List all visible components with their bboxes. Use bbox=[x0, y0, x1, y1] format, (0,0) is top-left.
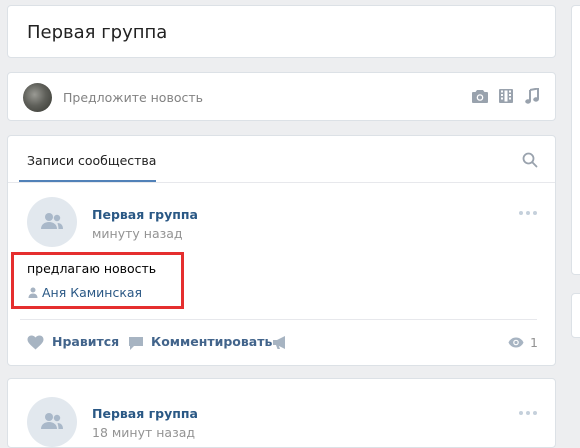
tab-community-posts[interactable]: Записи сообщества bbox=[27, 153, 156, 168]
post-timestamp[interactable]: минуту назад bbox=[92, 226, 183, 241]
group-avatar[interactable] bbox=[27, 197, 77, 247]
music-icon[interactable] bbox=[524, 88, 540, 105]
group-icon bbox=[41, 413, 63, 429]
post-author-link[interactable]: Первая группа bbox=[92, 207, 198, 222]
divider bbox=[8, 182, 555, 183]
more-icon[interactable] bbox=[518, 210, 538, 216]
suggest-news-input[interactable]: Предложите новость bbox=[63, 90, 203, 105]
group-avatar[interactable] bbox=[27, 397, 77, 447]
highlight-annotation bbox=[11, 252, 184, 309]
right-column-edge bbox=[571, 293, 580, 338]
group-header-card: Первая группа bbox=[7, 5, 556, 58]
search-icon[interactable] bbox=[522, 152, 538, 168]
post-author-link[interactable]: Первая группа bbox=[92, 406, 198, 421]
views-count: 1 bbox=[530, 335, 538, 350]
video-icon[interactable] bbox=[498, 88, 514, 104]
comment-button[interactable]: Комментировать bbox=[151, 334, 272, 349]
suggest-news-card[interactable]: Предложите новость bbox=[7, 72, 556, 121]
more-icon[interactable] bbox=[518, 410, 538, 416]
page-title: Первая группа bbox=[27, 22, 168, 43]
divider bbox=[20, 319, 537, 320]
community-posts-card: Записи сообщества Первая группа минуту н… bbox=[7, 135, 556, 366]
share-icon[interactable] bbox=[272, 335, 289, 350]
group-icon bbox=[41, 213, 63, 229]
right-column-edge bbox=[571, 5, 580, 275]
post-card: Первая группа 18 минут назад bbox=[7, 378, 556, 448]
eye-icon bbox=[508, 337, 524, 348]
post-timestamp[interactable]: 18 минут назад bbox=[92, 425, 195, 440]
like-button[interactable]: Нравится bbox=[52, 334, 119, 349]
comment-icon[interactable] bbox=[128, 336, 144, 351]
heart-icon[interactable] bbox=[27, 335, 44, 350]
avatar[interactable] bbox=[23, 83, 52, 112]
camera-icon[interactable] bbox=[471, 88, 489, 104]
